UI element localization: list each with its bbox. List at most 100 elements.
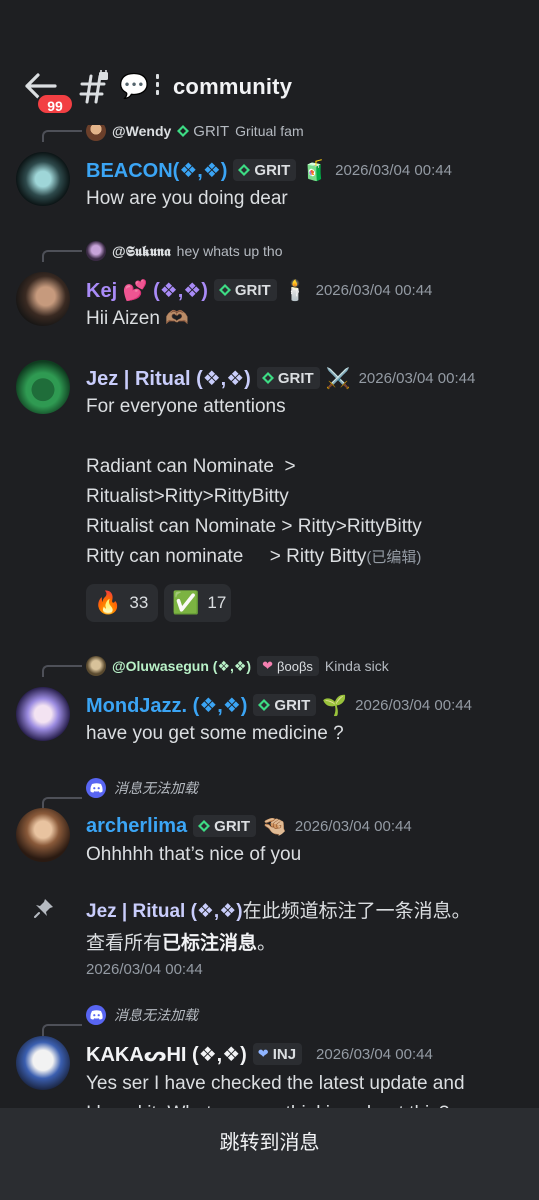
timestamp: 2026/03/04 00:44 bbox=[316, 1045, 433, 1063]
message-header: Kej 💕 (❖,❖) GRIT 🕯️ 2026/03/04 00:44 bbox=[86, 276, 432, 304]
reply-preview[interactable]: @Oluwasegun (❖,❖) ❤ βοοβs Kinda sick bbox=[86, 656, 389, 676]
author-name[interactable]: Kej 💕 (❖,❖) bbox=[86, 278, 208, 303]
avatar[interactable] bbox=[16, 360, 70, 414]
pinned-messages-link[interactable]: 已标注消息 bbox=[162, 933, 257, 954]
heart-icon: ❤ bbox=[262, 658, 273, 673]
author-name[interactable]: KAKAᔕHI (❖,❖) bbox=[86, 1042, 247, 1067]
server-tag-label: GRIT bbox=[277, 369, 314, 387]
timestamp: 2026/03/04 00:44 bbox=[335, 161, 452, 179]
reply-text: Kinda sick bbox=[324, 658, 389, 674]
server-tag: ❤ βοοβs bbox=[257, 656, 319, 676]
reply-preview[interactable]: 消息无法加载 bbox=[86, 778, 198, 798]
pin-icon bbox=[34, 899, 53, 918]
role-emoji: 🕯️ bbox=[282, 279, 308, 302]
fire-emoji-icon: 🔥 bbox=[94, 590, 122, 615]
reply-preview[interactable]: 消息无法加载 bbox=[86, 1005, 198, 1025]
timestamp: 2026/03/04 00:44 bbox=[355, 696, 472, 714]
reply-author: @Oluwasegun (❖,❖) bbox=[112, 657, 252, 674]
role-emoji: 🤏🏼 bbox=[262, 815, 287, 838]
reply-connector bbox=[42, 1024, 82, 1036]
server-tag[interactable]: ❤ INJ bbox=[252, 1043, 303, 1065]
locked-channel-hash-icon bbox=[79, 70, 108, 104]
system-text: 在此频道标注了一条消息。 bbox=[242, 901, 471, 922]
reply-text: Gritual fam bbox=[235, 123, 304, 139]
role-emoji: 🌱 bbox=[322, 694, 348, 717]
message-header: Jez | Ritual (❖,❖) GRIT ⚔️ 2026/03/04 00… bbox=[86, 364, 475, 392]
heart-icon: ❤ bbox=[257, 1046, 269, 1061]
server-tag[interactable]: GRIT bbox=[256, 367, 320, 389]
reply-text: hey whats up tho bbox=[176, 243, 283, 259]
message-text: Ritualist>Ritty>RittyBitty bbox=[86, 486, 289, 507]
avatar[interactable] bbox=[16, 272, 70, 326]
jump-to-message-button[interactable]: 跳转到消息 bbox=[0, 1108, 539, 1200]
server-tag-label: GRIT bbox=[254, 161, 291, 179]
server-tag-label: GRIT bbox=[193, 122, 230, 140]
reply-connector bbox=[42, 797, 82, 809]
reply-connector bbox=[42, 250, 82, 262]
reply-connector bbox=[42, 665, 82, 677]
reaction-fire[interactable]: 🔥 33 bbox=[86, 584, 158, 622]
message-text: For everyone attentions bbox=[86, 396, 286, 417]
reaction-count: 17 bbox=[207, 593, 227, 612]
reply-connector bbox=[42, 130, 82, 142]
role-emoji: ⚔️ bbox=[325, 367, 351, 390]
channel-name[interactable]: community bbox=[173, 74, 292, 100]
discord-logo-icon bbox=[86, 1005, 106, 1025]
avatar bbox=[86, 656, 106, 676]
server-tag-label: GRIT bbox=[214, 817, 251, 835]
gem-icon bbox=[198, 820, 211, 832]
server-tag[interactable]: GRIT bbox=[233, 159, 297, 181]
server-tag[interactable]: GRIT bbox=[253, 694, 317, 716]
message-text: Ohhhhh that’s nice of you bbox=[86, 844, 302, 865]
avatar[interactable] bbox=[16, 152, 70, 206]
message-text: Ritty can nominate > Ritty Bitty(已编辑) bbox=[86, 542, 421, 573]
server-tag-label: INJ bbox=[272, 1045, 297, 1063]
message-header: archerlima GRIT 🤏🏼 2026/03/04 00:44 bbox=[86, 812, 412, 840]
system-pin-message: Jez | Ritual (❖,❖)在此频道标注了一条消息。 查看所有已标注消息… bbox=[86, 896, 526, 980]
author-name[interactable]: Jez | Ritual (❖,❖) bbox=[86, 366, 251, 391]
message-header: KAKAᔕHI (❖,❖) ❤ INJ 2026/03/04 00:44 bbox=[86, 1040, 433, 1068]
avatar[interactable] bbox=[16, 1036, 70, 1090]
role-emoji: 🧃 bbox=[302, 159, 328, 182]
timestamp: 2026/03/04 00:44 bbox=[315, 281, 433, 299]
reply-preview[interactable]: @𝕾𝖚𝖐𝖚𝖓𝖆 hey whats up tho bbox=[86, 241, 283, 261]
reaction-check[interactable]: ✅ 17 bbox=[164, 584, 231, 622]
reply-unloaded-text: 消息无法加载 bbox=[114, 1007, 198, 1023]
reaction-count: 33 bbox=[129, 593, 149, 612]
gem-icon bbox=[258, 699, 271, 711]
edited-label: (已编辑) bbox=[366, 549, 422, 566]
avatar[interactable] bbox=[16, 687, 70, 741]
message-text: How are you doing dear bbox=[86, 188, 288, 209]
reply-author: @Wendy bbox=[112, 123, 172, 139]
timestamp: 2026/03/04 00:44 bbox=[86, 961, 203, 978]
avatar bbox=[86, 241, 106, 261]
unread-count-badge: 99 bbox=[36, 93, 74, 115]
message-header: BEACON(❖,❖) GRIT 🧃 2026/03/04 00:44 bbox=[86, 156, 452, 184]
server-tag[interactable]: GRIT bbox=[193, 815, 257, 837]
message-text: Radiant can Nominate > bbox=[86, 456, 296, 477]
avatar[interactable] bbox=[16, 808, 70, 862]
author-name[interactable]: MondJazz. (❖,❖) bbox=[86, 693, 247, 718]
system-text: 查看所有 bbox=[86, 933, 163, 954]
message-text: Ritualist can Nominate > Ritty>RittyBitt… bbox=[86, 516, 422, 537]
server-tag-label: GRIT bbox=[274, 696, 311, 714]
discord-logo-icon bbox=[86, 778, 106, 798]
message-text: I loved it. What are you thinking about … bbox=[86, 1099, 449, 1108]
check-emoji-icon: ✅ bbox=[172, 590, 200, 615]
timestamp: 2026/03/04 00:44 bbox=[358, 369, 476, 387]
timestamp: 2026/03/04 00:44 bbox=[294, 817, 412, 835]
author-name[interactable]: BEACON(❖,❖) bbox=[86, 158, 227, 183]
server-tag[interactable]: GRIT bbox=[213, 279, 277, 301]
jump-label: 跳转到消息 bbox=[219, 1132, 320, 1154]
system-text: 。 bbox=[257, 933, 277, 954]
gem-icon bbox=[177, 125, 190, 137]
speech-bubble-icon: 💬 bbox=[119, 73, 149, 100]
message-text: Hii Aizen 🫶🏽 bbox=[86, 308, 189, 329]
message-text: have you get some medicine ? bbox=[86, 723, 344, 744]
message-header: MondJazz. (❖,❖) GRIT 🌱 2026/03/04 00:44 bbox=[86, 691, 472, 719]
gem-icon bbox=[261, 372, 274, 384]
gem-icon bbox=[218, 284, 231, 296]
author-name[interactable]: archerlima bbox=[86, 815, 187, 838]
pin-author-name[interactable]: Jez | Ritual (❖,❖) bbox=[86, 901, 243, 922]
reply-unloaded-text: 消息无法加载 bbox=[114, 780, 198, 796]
